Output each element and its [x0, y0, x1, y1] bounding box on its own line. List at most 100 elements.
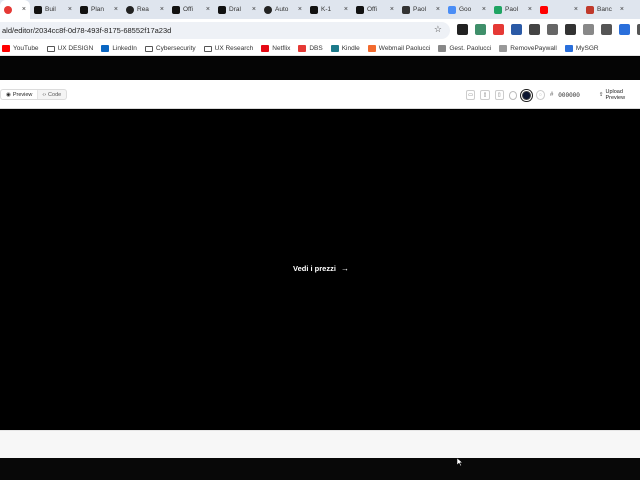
folder-icon	[144, 45, 153, 52]
tab-title: Dral	[229, 6, 241, 13]
eye-icon: ◉	[6, 91, 11, 98]
profile-icon[interactable]	[619, 24, 630, 35]
upload-preview-label: Upload Preview	[605, 89, 626, 101]
bookmark-item[interactable]: Gest. Paolucci	[438, 45, 491, 52]
toolbar-right: ▭ ▯ ▯ ◌ # 000000 ⇪ Upload Preview	[466, 88, 640, 102]
ext-icon[interactable]	[457, 24, 468, 35]
puzzle-icon[interactable]	[583, 24, 594, 35]
bookmark-item[interactable]: UX DESIGN	[46, 45, 93, 52]
bookmark-label: LinkedIn	[112, 45, 137, 52]
linkedin-icon	[101, 45, 110, 52]
app-icon	[310, 5, 318, 14]
color-hex-input[interactable]: 000000	[558, 92, 580, 99]
ext-icon[interactable]	[475, 24, 486, 35]
ext-icon[interactable]	[529, 24, 540, 35]
bookmark-item[interactable]: Netflix	[261, 45, 290, 52]
openai-icon	[126, 5, 134, 14]
tab-4[interactable]: Offi ×	[168, 0, 214, 19]
ext-icon[interactable]	[565, 24, 576, 35]
close-icon[interactable]: ×	[298, 6, 302, 13]
tab-11[interactable]: Paol ×	[490, 0, 536, 19]
openai-icon	[264, 5, 272, 14]
bookmark-label: Cybersecurity	[155, 45, 196, 52]
close-icon[interactable]: ×	[22, 6, 26, 13]
tab-5[interactable]: Dral ×	[214, 0, 260, 19]
tab-6[interactable]: Auto ×	[260, 0, 306, 19]
tab-9[interactable]: Paol ×	[398, 0, 444, 19]
tab-preview-label: Preview	[12, 91, 33, 98]
bank-icon	[586, 5, 594, 14]
bookmark-item[interactable]: Kindle	[330, 45, 360, 52]
mail-icon	[367, 45, 376, 52]
arrow-right-icon: →	[340, 264, 349, 273]
tablet-view-icon[interactable]: ▯	[480, 90, 490, 100]
url-text[interactable]: ald/editor/2034cc8f-0d78-493f-8175-68552…	[2, 26, 171, 35]
close-icon[interactable]: ×	[574, 6, 578, 13]
omnibox[interactable]: ald/editor/2034cc8f-0d78-493f-8175-68552…	[0, 22, 450, 39]
bookmark-item[interactable]: DBS	[298, 45, 323, 52]
tab-13[interactable]: Banc ×	[582, 0, 628, 19]
bookmark-item[interactable]: YouTube	[2, 45, 39, 52]
tab-3[interactable]: Rea ×	[122, 0, 168, 19]
tab-7[interactable]: K-1 ×	[306, 0, 352, 19]
recording-icon	[4, 5, 12, 14]
app-icon	[218, 5, 226, 14]
tab-1[interactable]: Buil ×	[30, 0, 76, 19]
close-icon[interactable]: ×	[160, 6, 164, 13]
app-icon	[34, 5, 42, 14]
close-icon[interactable]: ×	[528, 6, 532, 13]
close-icon[interactable]: ×	[206, 6, 210, 13]
tab-0[interactable]: ×	[0, 0, 30, 19]
app-icon	[172, 5, 180, 14]
bookmark-star-icon[interactable]: ☆	[434, 24, 442, 35]
close-icon[interactable]: ×	[620, 6, 624, 13]
bookmark-item[interactable]: LinkedIn	[101, 45, 137, 52]
tab-12[interactable]: ×	[536, 0, 582, 19]
app-icon	[402, 5, 410, 14]
close-icon[interactable]: ×	[68, 6, 72, 13]
address-bar-row: ald/editor/2034cc8f-0d78-493f-8175-68552…	[0, 19, 640, 42]
mobile-view-icon[interactable]: ▯	[494, 90, 504, 100]
light-background-swatch[interactable]	[508, 90, 518, 100]
close-icon[interactable]: ×	[114, 6, 118, 13]
tab-8[interactable]: Offi ×	[352, 0, 398, 19]
dark-background-swatch[interactable]	[522, 90, 531, 100]
color-picker-icon[interactable]: ◌	[535, 90, 545, 100]
close-icon[interactable]: ×	[390, 6, 394, 13]
youtube-icon	[540, 5, 548, 14]
app-icon	[80, 5, 88, 14]
tab-2[interactable]: Plan ×	[76, 0, 122, 19]
bookmark-label: UX Research	[214, 45, 254, 52]
close-icon[interactable]: ×	[252, 6, 256, 13]
tab-preview[interactable]: ◉ Preview	[1, 90, 38, 99]
tab-strip: × Buil × Plan × Rea × Offi × Dral × Auto × K-1 × Offi × P…	[0, 0, 640, 19]
tab-title: Offi	[183, 6, 193, 13]
bookmark-item[interactable]: Cybersecurity	[144, 45, 196, 52]
dbs-icon	[298, 45, 307, 52]
close-icon[interactable]: ×	[482, 6, 486, 13]
drive-icon	[494, 5, 502, 14]
close-icon[interactable]: ×	[436, 6, 440, 13]
bookmark-label: DBS	[309, 45, 323, 52]
tab-title: K-1	[321, 6, 332, 13]
desktop-view-icon[interactable]: ▭	[466, 90, 476, 100]
bookmark-item[interactable]: Webmail Paolucci	[367, 45, 430, 52]
bookmark-item[interactable]: RemovePaywall	[499, 45, 557, 52]
code-icon: ‹›	[42, 91, 47, 98]
pricing-cta-link[interactable]: Vedi i prezzi →	[293, 264, 349, 273]
diamond-icon	[499, 45, 508, 52]
bookmark-item[interactable]: MySGR	[564, 45, 599, 52]
tab-10[interactable]: Goo ×	[444, 0, 490, 19]
tab-title: Buil	[45, 6, 56, 13]
ext-icon[interactable]	[493, 24, 504, 35]
tab-code[interactable]: ‹› Code	[37, 90, 66, 99]
bookmark-label: MySGR	[575, 45, 599, 52]
close-icon[interactable]: ×	[344, 6, 348, 13]
globe-icon	[438, 45, 447, 52]
ext-icon[interactable]	[547, 24, 558, 35]
bookmarks-bar: YouTube UX DESIGN LinkedIn Cybersecurity UX …	[0, 42, 640, 56]
download-icon[interactable]	[601, 24, 612, 35]
bookmark-item[interactable]: UX Research	[203, 45, 254, 52]
ext-icon[interactable]	[511, 24, 522, 35]
upload-preview-button[interactable]: ⇪ Upload Preview	[599, 89, 640, 101]
